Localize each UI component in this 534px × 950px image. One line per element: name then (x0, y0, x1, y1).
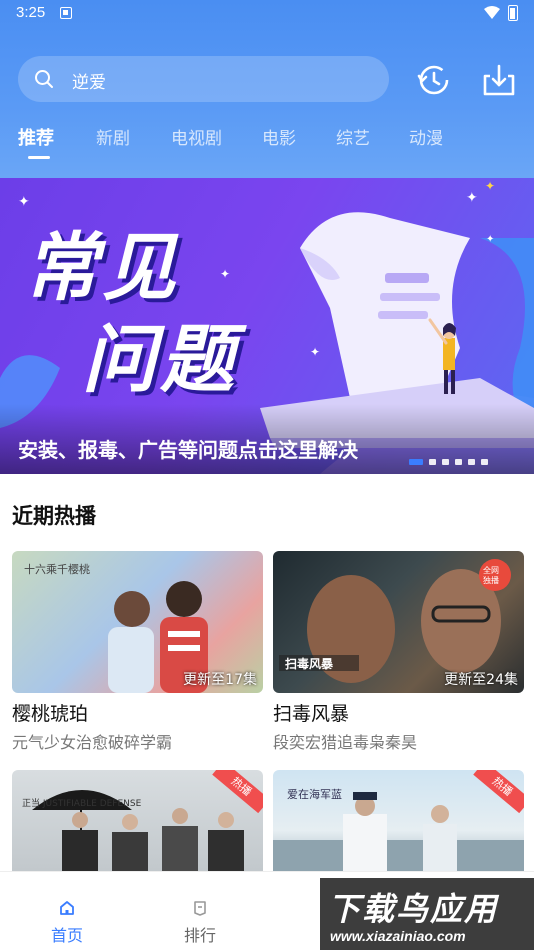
carousel-dot[interactable] (409, 459, 423, 465)
svg-text:十六乘千樱桃: 十六乘千樱桃 (24, 562, 90, 576)
battery-icon (508, 5, 518, 21)
banner[interactable]: ✦ ✦ ✦ ✦ ✦ ✦ 常见 问题 安装、报毒、广告等问题点击这里解决 (0, 178, 534, 474)
tab-new-drama[interactable]: 新剧 (96, 124, 130, 149)
tab-variety[interactable]: 综艺 (336, 124, 370, 149)
svg-text:✦: ✦ (310, 345, 320, 359)
banner-title-line1: 常见 (24, 225, 180, 311)
tab-tv-series[interactable]: 电视剧 (171, 124, 222, 149)
section-title: 近期热播 (12, 504, 96, 528)
episode-update: 更新至17集 (183, 672, 257, 688)
svg-text:扫毒风暴: 扫毒风暴 (285, 656, 334, 671)
carousel-dot[interactable] (442, 459, 449, 465)
status-bar: 3:25 (0, 0, 534, 30)
svg-text:独播: 独播 (483, 575, 499, 585)
drama-subtitle: 段奕宏猎追毒枭秦昊 (273, 733, 418, 752)
notification-icon (60, 7, 72, 19)
drama-title[interactable]: 樱桃琥珀 (12, 699, 88, 726)
search-bar[interactable]: 逆爱 (18, 56, 389, 102)
drama-card[interactable]: 扫毒风暴 全网 独播 更新至24集 扫毒风暴 段奕宏猎追毒枭秦昊 (273, 551, 524, 752)
history-icon[interactable] (416, 62, 452, 98)
drama-title[interactable]: 扫毒风暴 (273, 699, 349, 726)
drama-card[interactable]: 正当 JUSTIFIABLE DEFENSE 热播 (12, 770, 263, 871)
carousel-dot[interactable] (429, 459, 436, 465)
svg-text:✦: ✦ (18, 194, 30, 210)
episode-update: 更新至24集 (444, 672, 518, 688)
banner-caption: 安装、报毒、广告等问题点击这里解决 (18, 438, 358, 462)
tab-anime[interactable]: 动漫 (409, 124, 443, 149)
drama-subtitle: 元气少女治愈破碎学霸 (12, 733, 173, 752)
search-input[interactable]: 逆爱 (72, 68, 106, 93)
drama-card[interactable]: 爱在海军蓝 热播 (273, 770, 524, 871)
banner-title: 常见 问题 (24, 222, 304, 406)
header: 3:25 逆爱 推荐 新剧 电视剧 电影 综艺 动漫 (0, 0, 534, 178)
drama-thumbnail[interactable]: 十六乘千樱桃 更新至17集 (12, 551, 263, 693)
watermark-title: 下载鸟应用 (328, 890, 499, 928)
watermark-url: www.xiazainiao.com (330, 928, 466, 944)
tab-indicator (28, 156, 50, 159)
drama-thumbnail[interactable]: 正当 JUSTIFIABLE DEFENSE 热播 (12, 770, 263, 871)
watermark: 下载鸟应用 www.xiazainiao.com (320, 878, 534, 950)
tab-movie[interactable]: 电影 (262, 124, 296, 149)
nav-ranking-label: 排行 (183, 926, 216, 945)
category-tabs: 推荐 新剧 电视剧 电影 综艺 动漫 (0, 124, 534, 168)
carousel-dot[interactable] (481, 459, 488, 465)
carousel-dot[interactable] (468, 459, 475, 465)
search-icon (35, 70, 53, 88)
carousel-dot[interactable] (455, 459, 462, 465)
status-time: 3:25 (16, 4, 46, 21)
download-icon[interactable] (481, 62, 517, 98)
svg-text:✦: ✦ (466, 190, 478, 206)
svg-text:爱在海军蓝: 爱在海军蓝 (287, 787, 342, 801)
banner-title-line2: 问题 (82, 317, 238, 403)
ranking-icon (194, 901, 206, 916)
drama-thumbnail[interactable]: 扫毒风暴 全网 独播 更新至24集 (273, 551, 524, 693)
svg-text:✦: ✦ (485, 179, 495, 193)
svg-text:✦: ✦ (486, 234, 494, 245)
svg-text:全网: 全网 (483, 565, 499, 575)
wifi-icon (484, 6, 500, 19)
svg-text:正当 JUSTIFIABLE DEFENSE: 正当 JUSTIFIABLE DEFENSE (22, 797, 142, 809)
drama-card[interactable]: 十六乘千樱桃 更新至17集 樱桃琥珀 元气少女治愈破碎学霸 (12, 551, 263, 752)
nav-home-label: 首页 (50, 926, 83, 945)
drama-thumbnail[interactable]: 爱在海军蓝 热播 (273, 770, 524, 871)
tab-recommend[interactable]: 推荐 (18, 124, 54, 150)
home-icon (60, 901, 74, 915)
